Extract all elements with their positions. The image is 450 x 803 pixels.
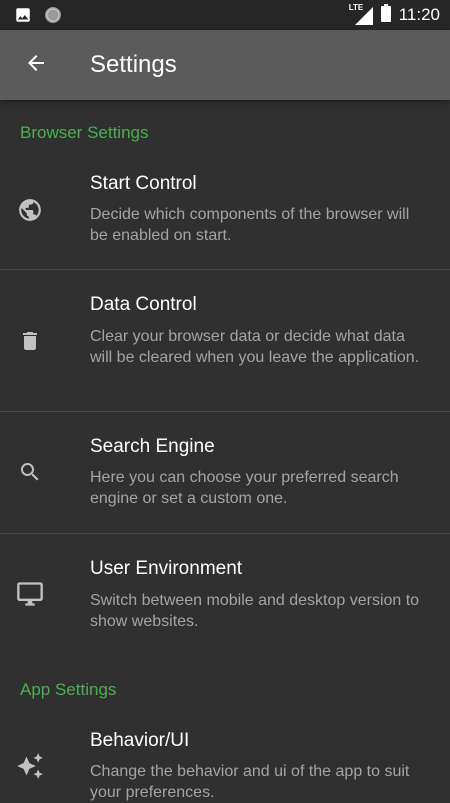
- section-header-browser-settings: Browser Settings: [20, 123, 149, 142]
- settings-item-start-control[interactable]: Start Control Decide which components of…: [0, 164, 450, 269]
- sparkles-icon: [16, 752, 44, 780]
- section-header-app-settings: App Settings: [20, 680, 117, 699]
- item-summary: Switch between mobile and desktop versio…: [90, 592, 420, 630]
- globe-icon: [16, 196, 44, 224]
- back-button[interactable]: [14, 43, 58, 87]
- item-title: Behavior/UI: [90, 730, 190, 751]
- arrow-back-icon: [24, 51, 48, 80]
- status-time: 11:20: [398, 5, 440, 24]
- item-title: Search Engine: [90, 436, 215, 457]
- trash-icon: [16, 327, 44, 355]
- item-summary: Change the behavior and ui of the app to…: [90, 763, 410, 801]
- settings-item-data-control[interactable]: Data Control Clear your browser data or …: [0, 270, 450, 411]
- item-title: Data Control: [90, 294, 197, 315]
- battery-icon: [380, 3, 391, 27]
- signal-icon: LTE: [349, 3, 373, 25]
- status-bar: LTE 11:20: [0, 0, 450, 30]
- search-icon: [16, 458, 44, 486]
- item-title: Start Control: [90, 173, 197, 194]
- settings-item-behavior-ui[interactable]: Behavior/UI Change the behavior and ui o…: [0, 715, 450, 801]
- circle-notification-icon: [44, 6, 62, 29]
- app-toolbar: Settings: [0, 30, 450, 100]
- image-icon: [14, 6, 32, 29]
- page-title: Settings: [90, 51, 177, 78]
- settings-item-user-environment[interactable]: User Environment Switch between mobile a…: [0, 534, 450, 656]
- item-title: User Environment: [90, 558, 243, 579]
- item-summary: Clear your browser data or decide what d…: [90, 328, 420, 366]
- monitor-icon: [16, 580, 44, 608]
- item-summary: Decide which components of the browser w…: [90, 206, 410, 244]
- item-summary: Here you can choose your preferred searc…: [90, 469, 399, 507]
- settings-item-search-engine[interactable]: Search Engine Here you can choose your p…: [0, 412, 450, 533]
